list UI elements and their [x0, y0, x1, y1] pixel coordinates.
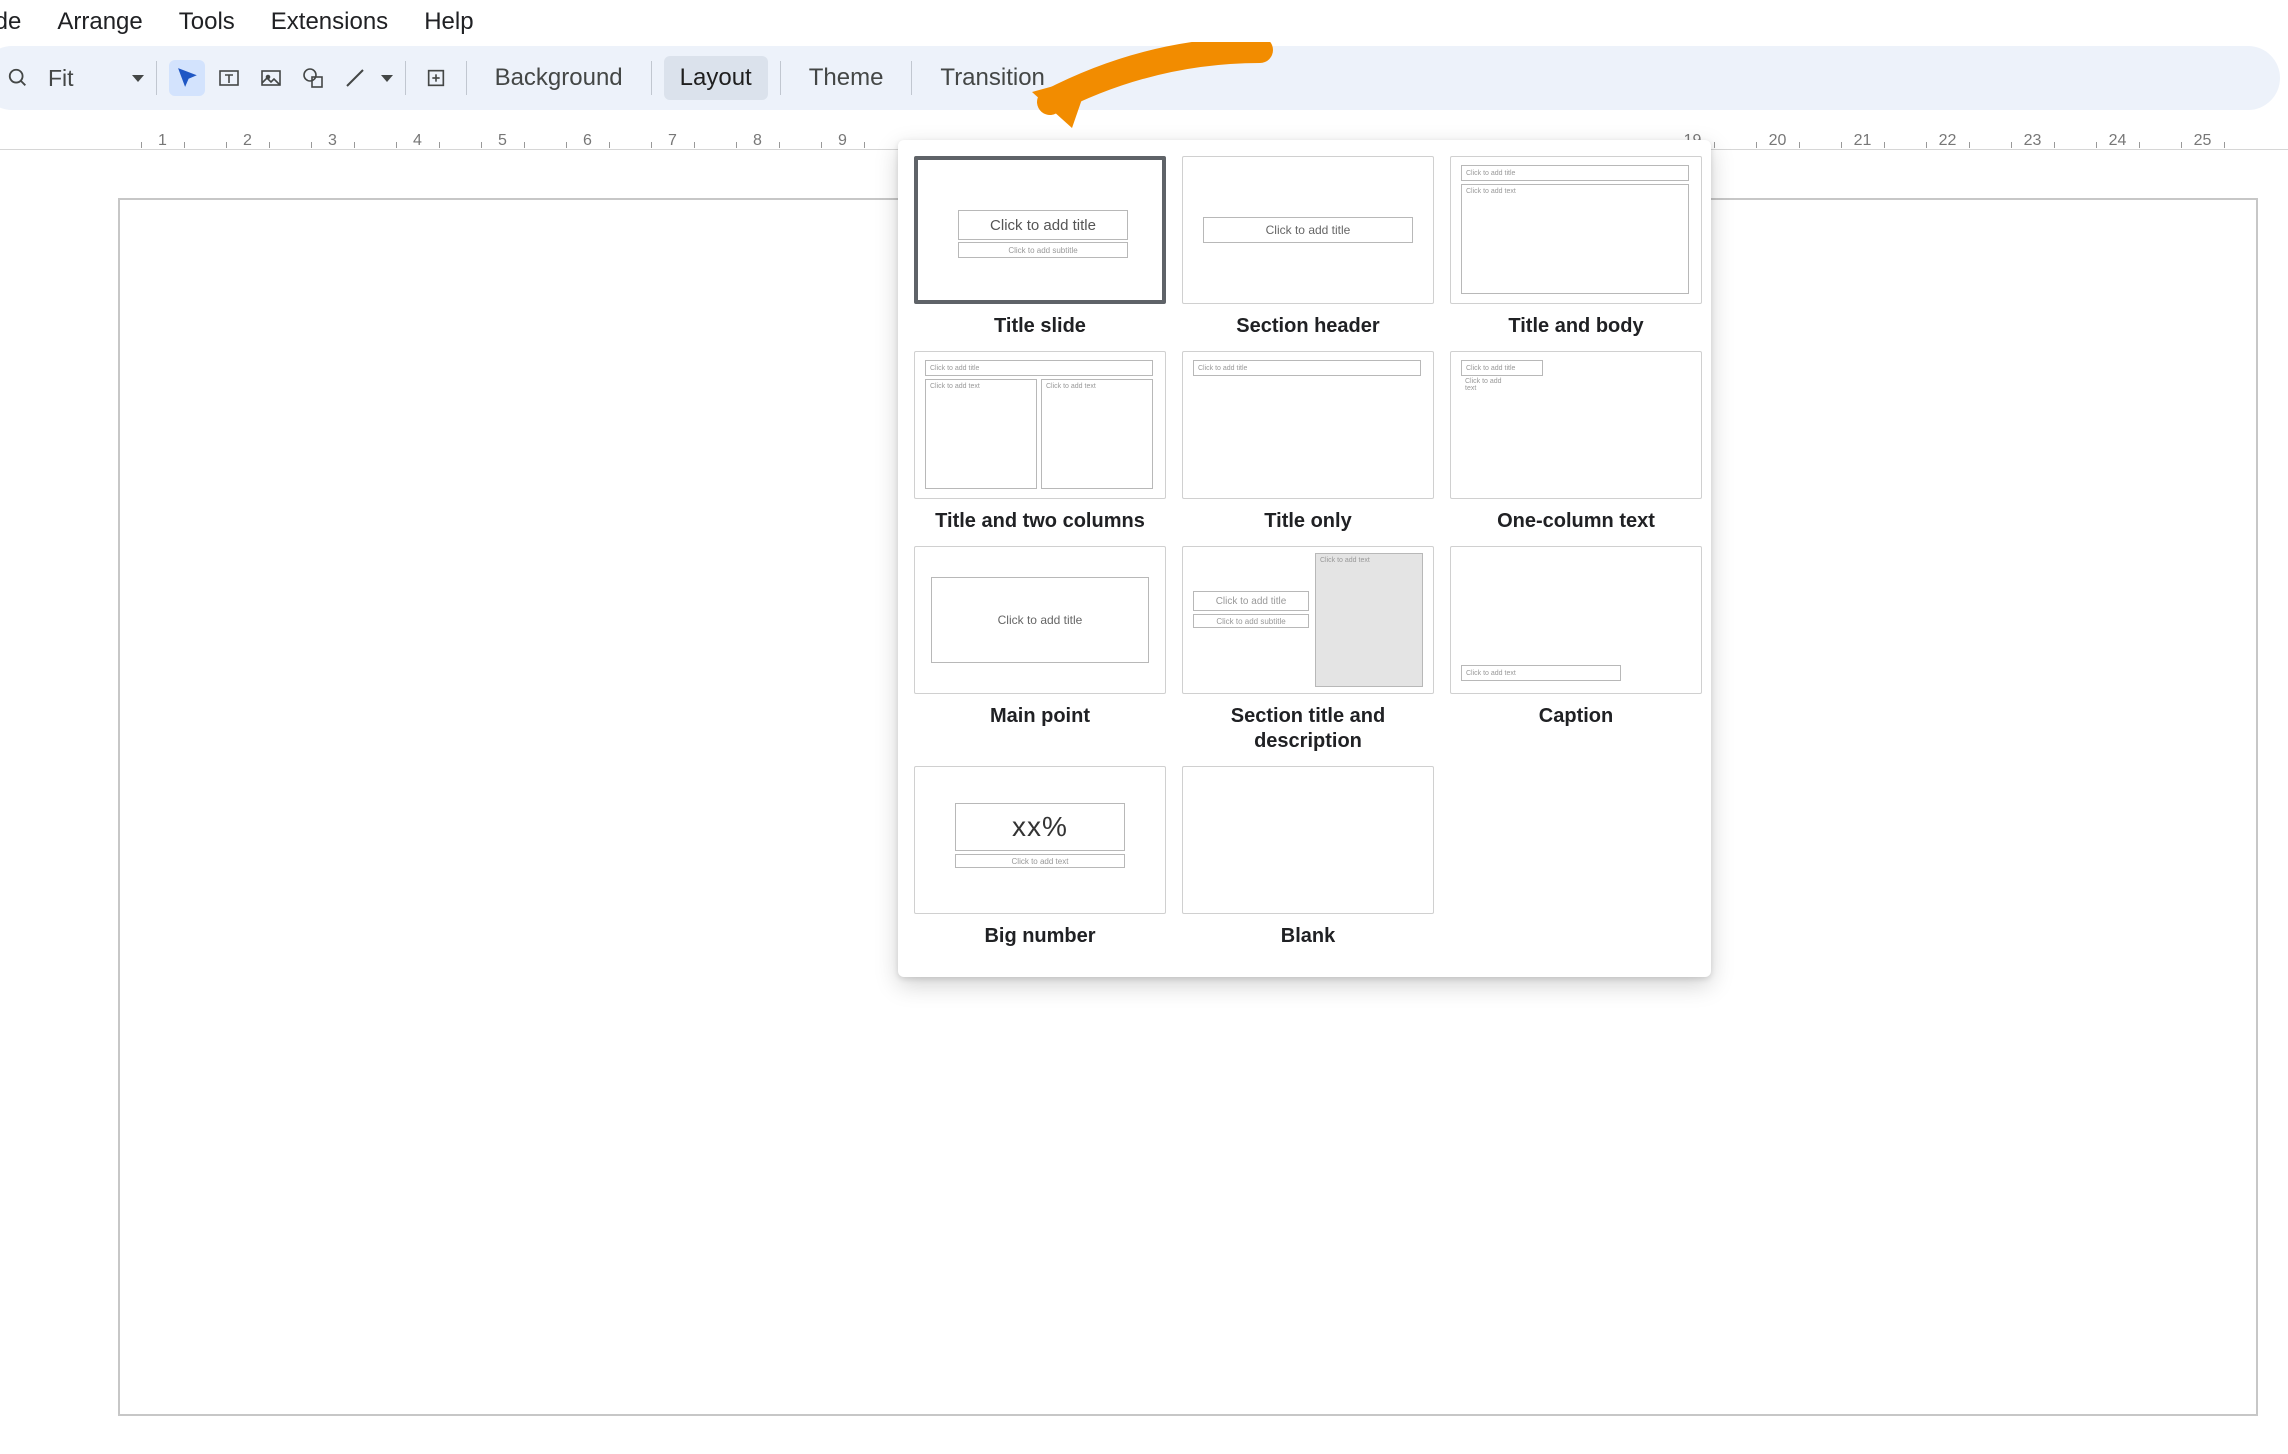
- layout-option-title-two-cols[interactable]: Click to add title Click to add text Cli…: [914, 351, 1166, 534]
- chevron-down-icon: [381, 75, 393, 82]
- ruler-mark: 23: [1990, 132, 2075, 150]
- menu-slide[interactable]: lide: [0, 4, 33, 40]
- title-placeholder: Click to add title: [1203, 217, 1413, 243]
- separator: [405, 61, 406, 95]
- image-icon[interactable]: [253, 60, 289, 96]
- menu-help[interactable]: Help: [412, 4, 485, 40]
- ruler-mark: 21: [1820, 132, 1905, 150]
- ruler-mark: 6: [545, 132, 630, 150]
- layout-thumb: Click to add title: [1182, 156, 1434, 304]
- body-placeholder: Click to add text: [1461, 184, 1689, 294]
- layout-label: Title and body: [1508, 314, 1643, 339]
- ruler-mark: 25: [2160, 132, 2245, 150]
- shape-icon[interactable]: [295, 60, 331, 96]
- search-icon[interactable]: [0, 60, 36, 96]
- layout-thumb: Click to add text: [1450, 546, 1702, 694]
- layout-label: Title and two columns: [935, 509, 1145, 534]
- layout-dropdown-panel: Click to add title Click to add subtitle…: [898, 140, 1711, 977]
- line-icon: [337, 60, 373, 96]
- ruler-mark: 20: [1735, 132, 1820, 150]
- ruler-mark: 8: [715, 132, 800, 150]
- body-placeholder: Click to add text: [955, 854, 1125, 868]
- layout-option-blank[interactable]: Blank: [1182, 766, 1434, 949]
- layout-option-big-number[interactable]: xx% Click to add text Big number: [914, 766, 1166, 949]
- layout-option-section-title-desc[interactable]: Click to add title Click to add subtitle…: [1182, 546, 1434, 754]
- ruler-mark: 24: [2075, 132, 2160, 150]
- title-placeholder: Click to add title: [931, 577, 1149, 663]
- layout-label: Section header: [1236, 314, 1379, 339]
- body-placeholder: Click to add text: [1461, 379, 1511, 391]
- menu-tools[interactable]: Tools: [167, 4, 247, 40]
- background-button[interactable]: Background: [479, 56, 639, 100]
- separator: [466, 61, 467, 95]
- zoom-control[interactable]: Fit: [42, 65, 144, 92]
- ruler-mark: 9: [800, 132, 885, 150]
- ruler-mark: 22: [1905, 132, 1990, 150]
- layout-thumb: Click to add title: [914, 546, 1166, 694]
- menu-extensions[interactable]: Extensions: [259, 4, 400, 40]
- layout-thumb: Click to add title Click to add subtitle: [914, 156, 1166, 304]
- layout-thumb: Click to add title Click to add text Cli…: [914, 351, 1166, 499]
- layout-label: Section title and description: [1198, 704, 1418, 754]
- title-placeholder: Click to add title: [1193, 591, 1309, 611]
- separator: [780, 61, 781, 95]
- menubar: lide Arrange Tools Extensions Help: [0, 0, 2288, 44]
- layout-option-section-header[interactable]: Click to add title Section header: [1182, 156, 1434, 339]
- body-placeholder-right: Click to add text: [1041, 379, 1153, 489]
- ruler-mark: 7: [630, 132, 715, 150]
- layout-label: Big number: [984, 924, 1095, 949]
- layout-thumb: Click to add title: [1182, 351, 1434, 499]
- body-placeholder-left: Click to add text: [925, 379, 1037, 489]
- image-placeholder: Click to add text: [1315, 553, 1423, 687]
- subtitle-placeholder: Click to add subtitle: [958, 242, 1128, 258]
- big-number-placeholder: xx%: [955, 803, 1125, 851]
- theme-button[interactable]: Theme: [793, 56, 900, 100]
- layout-option-title-slide[interactable]: Click to add title Click to add subtitle…: [914, 156, 1166, 339]
- body-placeholder: Click to add text: [1461, 665, 1621, 681]
- layout-label: Blank: [1281, 924, 1335, 949]
- new-slide-icon[interactable]: [418, 60, 454, 96]
- layout-option-title-body[interactable]: Click to add title Click to add text Tit…: [1450, 156, 1702, 339]
- layout-option-main-point[interactable]: Click to add title Main point: [914, 546, 1166, 754]
- layout-label: Title only: [1264, 509, 1351, 534]
- title-placeholder: Click to add title: [925, 360, 1153, 376]
- ruler-mark: 3: [290, 132, 375, 150]
- title-placeholder: Click to add title: [1461, 165, 1689, 181]
- separator: [651, 61, 652, 95]
- layout-button[interactable]: Layout: [664, 56, 768, 100]
- layout-thumb: [1182, 766, 1434, 914]
- select-tool-icon[interactable]: [169, 60, 205, 96]
- line-tool[interactable]: [337, 60, 393, 96]
- text-box-icon[interactable]: [211, 60, 247, 96]
- ruler-mark: 4: [375, 132, 460, 150]
- layout-option-title-only[interactable]: Click to add title Title only: [1182, 351, 1434, 534]
- zoom-value: Fit: [42, 65, 80, 92]
- menu-arrange[interactable]: Arrange: [45, 4, 154, 40]
- layout-label: Caption: [1539, 704, 1613, 729]
- chevron-down-icon: [132, 75, 144, 82]
- layout-thumb: Click to add title Click to add text: [1450, 156, 1702, 304]
- layout-label: Title slide: [994, 314, 1086, 339]
- ruler-mark: 2: [205, 132, 290, 150]
- layout-thumb: xx% Click to add text: [914, 766, 1166, 914]
- title-placeholder: Click to add title: [1193, 360, 1421, 376]
- layout-thumb: Click to add title Click to add subtitle…: [1182, 546, 1434, 694]
- layout-option-one-column[interactable]: Click to add title Click to add text One…: [1450, 351, 1702, 534]
- ruler-mark: 1: [120, 132, 205, 150]
- separator: [156, 61, 157, 95]
- layout-label: One-column text: [1497, 509, 1655, 534]
- title-placeholder: Click to add title: [958, 210, 1128, 240]
- layout-thumb: Click to add title Click to add text: [1450, 351, 1702, 499]
- layout-label: Main point: [990, 704, 1090, 729]
- ruler-mark: 5: [460, 132, 545, 150]
- annotation-arrow-icon: [1030, 42, 1280, 132]
- title-placeholder: Click to add title: [1461, 360, 1543, 376]
- subtitle-placeholder: Click to add subtitle: [1193, 614, 1309, 628]
- layout-option-caption[interactable]: Click to add text Caption: [1450, 546, 1702, 754]
- big-number-text: xx%: [1012, 811, 1068, 843]
- separator: [911, 61, 912, 95]
